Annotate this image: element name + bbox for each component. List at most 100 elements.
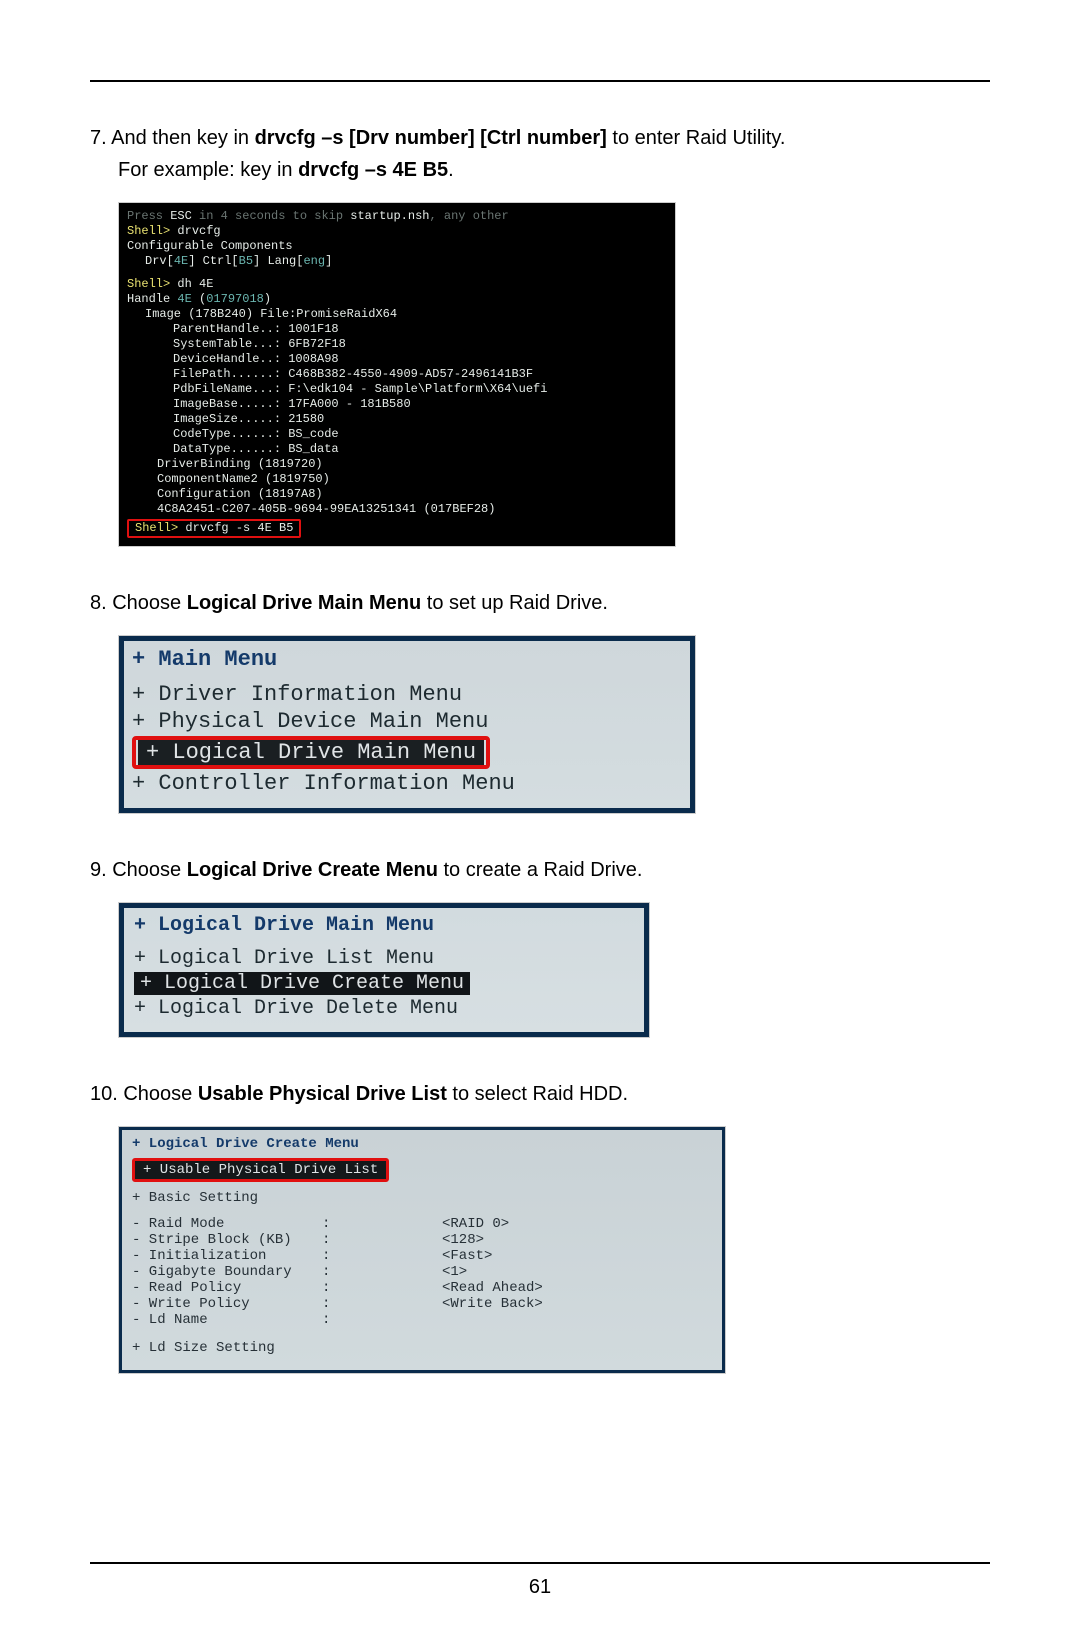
step-7-text-a: 7. And then key in [90, 127, 255, 149]
sh1-l18: Configuration (18197A8) [127, 487, 667, 502]
step-8-text-a: 8. Choose [90, 592, 187, 614]
menu4-ld-size: + Ld Size Setting [132, 1340, 712, 1356]
sh1-l7: ParentHandle..: 1001F18 [127, 322, 667, 337]
step-10-bold: Usable Physical Drive List [198, 1083, 447, 1105]
menu2-title: + Main Menu [132, 647, 682, 672]
menu4-v6 [442, 1312, 543, 1328]
step-9: 9. Choose Logical Drive Create Menu to c… [90, 854, 990, 886]
top-rule [90, 80, 990, 82]
step-7-bold-1: drvcfg –s [Drv number] [Ctrl number] [255, 127, 607, 149]
sh1-l15: DataType......: BS_data [127, 442, 667, 457]
menu4-k5: - Write Policy [132, 1296, 322, 1312]
menu3-item-create: + Logical Drive Create Menu [134, 972, 470, 995]
sh1-l3a: Drv[ [145, 254, 174, 268]
table-row: - Gigabyte Boundary:<1> [132, 1264, 543, 1280]
screenshot-ld-create-menu: + Logical Drive Create Menu + Usable Phy… [118, 1126, 726, 1374]
menu4-v4: <Read Ahead> [442, 1280, 543, 1296]
sh1-l0d: startup.nsh [350, 209, 429, 223]
menu4-basic-setting: + Basic Setting [132, 1190, 712, 1206]
step-8-bold: Logical Drive Main Menu [187, 592, 421, 614]
menu2-item-driver-info: + Driver Information Menu [132, 682, 682, 707]
sh1-l14: CodeType......: BS_code [127, 427, 667, 442]
menu3-item-delete: + Logical Drive Delete Menu [134, 997, 634, 1020]
menu4-c4: : [322, 1280, 442, 1296]
menu4-title: + Logical Drive Create Menu [132, 1136, 712, 1152]
menu4-c1: : [322, 1232, 442, 1248]
step-9-bold: Logical Drive Create Menu [187, 859, 438, 881]
screenshot-shell: Press ESC in 4 seconds to skip startup.n… [118, 202, 676, 547]
sh1-l3g: ] [325, 254, 332, 268]
menu2-item-logical-drive: + Logical Drive Main Menu [138, 740, 484, 765]
menu2-item-controller-info: + Controller Information Menu [132, 771, 682, 796]
menu4-usable-physical: + Usable Physical Drive List [135, 1161, 386, 1179]
menu4-k0: - Raid Mode [132, 1216, 322, 1232]
sh1-l9: DeviceHandle..: 1008A98 [127, 352, 667, 367]
sh1-l6: Image (178B240) File:PromiseRaidX64 [127, 307, 667, 322]
sh1-l1a: Shell> [127, 224, 177, 238]
sh1-l3c: ] Ctrl[ [188, 254, 238, 268]
menu4-k2: - Initialization [132, 1248, 322, 1264]
menu4-v1: <128> [442, 1232, 543, 1248]
sh1-l3f: eng [303, 254, 325, 268]
sh1-l5a: Handle [127, 292, 177, 306]
menu4-c6: : [322, 1312, 442, 1328]
sh1-l11: PdbFileName...: F:\edk104 - Sample\Platf… [127, 382, 667, 397]
sh1-l1b: drvcfg [177, 224, 220, 238]
sh1-l20b: drvcfg -s 4E B5 [185, 521, 293, 535]
menu4-k4: - Read Policy [132, 1280, 322, 1296]
menu4-k1: - Stripe Block (KB) [132, 1232, 322, 1248]
step-7-text-c: For example: key in [118, 159, 298, 181]
menu4-k3: - Gigabyte Boundary [132, 1264, 322, 1280]
sh1-command-highlight: Shell> drvcfg -s 4E B5 [127, 519, 301, 538]
table-row: - Write Policy:<Write Back> [132, 1296, 543, 1312]
sh1-l4b: dh 4E [177, 277, 213, 291]
menu3-title: + Logical Drive Main Menu [134, 914, 634, 937]
step-9-text-a: 9. Choose [90, 859, 187, 881]
sh1-l10: FilePath......: C468B382-4550-4909-AD57-… [127, 367, 667, 382]
sh1-l0e: , any other [429, 209, 508, 223]
table-row: - Initialization:<Fast> [132, 1248, 543, 1264]
sh1-l13: ImageSize.....: 21580 [127, 412, 667, 427]
menu4-settings-table: - Raid Mode:<RAID 0> - Stripe Block (KB)… [132, 1216, 543, 1328]
table-row: - Raid Mode:<RAID 0> [132, 1216, 543, 1232]
menu4-c5: : [322, 1296, 442, 1312]
sh1-l0c: in 4 seconds to skip [192, 209, 350, 223]
sh1-l5b: 4E [177, 292, 191, 306]
step-8-text-b: to set up Raid Drive. [421, 592, 608, 614]
sh1-l2: Configurable Components [127, 239, 667, 254]
table-row: - Read Policy:<Read Ahead> [132, 1280, 543, 1296]
sh1-l12: ImageBase.....: 17FA000 - 181B580 [127, 397, 667, 412]
sh1-l8: SystemTable...: 6FB72F18 [127, 337, 667, 352]
screenshot-ld-main-menu: + Logical Drive Main Menu + Logical Driv… [118, 902, 650, 1038]
step-7-bold-2: drvcfg –s 4E B5 [298, 159, 448, 181]
menu4-v5: <Write Back> [442, 1296, 543, 1312]
step-9-text-b: to create a Raid Drive. [438, 859, 643, 881]
sh1-l20a: Shell> [135, 521, 185, 535]
screenshot-main-menu: + Main Menu + Driver Information Menu + … [118, 635, 696, 814]
page-number: 61 [90, 1576, 990, 1599]
menu4-v3: <1> [442, 1264, 543, 1280]
sh1-l5c: ( [192, 292, 206, 306]
step-7: 7. And then key in drvcfg –s [Drv number… [90, 122, 990, 186]
menu4-v0: <RAID 0> [442, 1216, 543, 1232]
menu3-item-list: + Logical Drive List Menu [134, 947, 634, 970]
step-10-text-a: 10. Choose [90, 1083, 198, 1105]
step-7-text-b: to enter Raid Utility. [607, 127, 786, 149]
menu2-item-physical-device: + Physical Device Main Menu [132, 709, 682, 734]
sh1-l3b: 4E [174, 254, 188, 268]
menu4-highlight-box: + Usable Physical Drive List [132, 1158, 389, 1182]
step-10: 10. Choose Usable Physical Drive List to… [90, 1078, 990, 1110]
menu4-c3: : [322, 1264, 442, 1280]
sh1-l17: ComponentName2 (1819750) [127, 472, 667, 487]
table-row: - Ld Name: [132, 1312, 543, 1328]
sh1-l3d: B5 [239, 254, 253, 268]
menu4-k6: - Ld Name [132, 1312, 322, 1328]
sh1-l0b: ESC [170, 209, 192, 223]
menu4-c0: : [322, 1216, 442, 1232]
sh1-l5d: 01797018 [206, 292, 264, 306]
bottom-rule [90, 1562, 990, 1564]
sh1-l19: 4C8A2451-C207-405B-9694-99EA13251341 (01… [127, 502, 667, 517]
step-7-text-d: . [448, 159, 454, 181]
sh1-l3e: ] Lang[ [253, 254, 303, 268]
step-10-text-b: to select Raid HDD. [447, 1083, 628, 1105]
